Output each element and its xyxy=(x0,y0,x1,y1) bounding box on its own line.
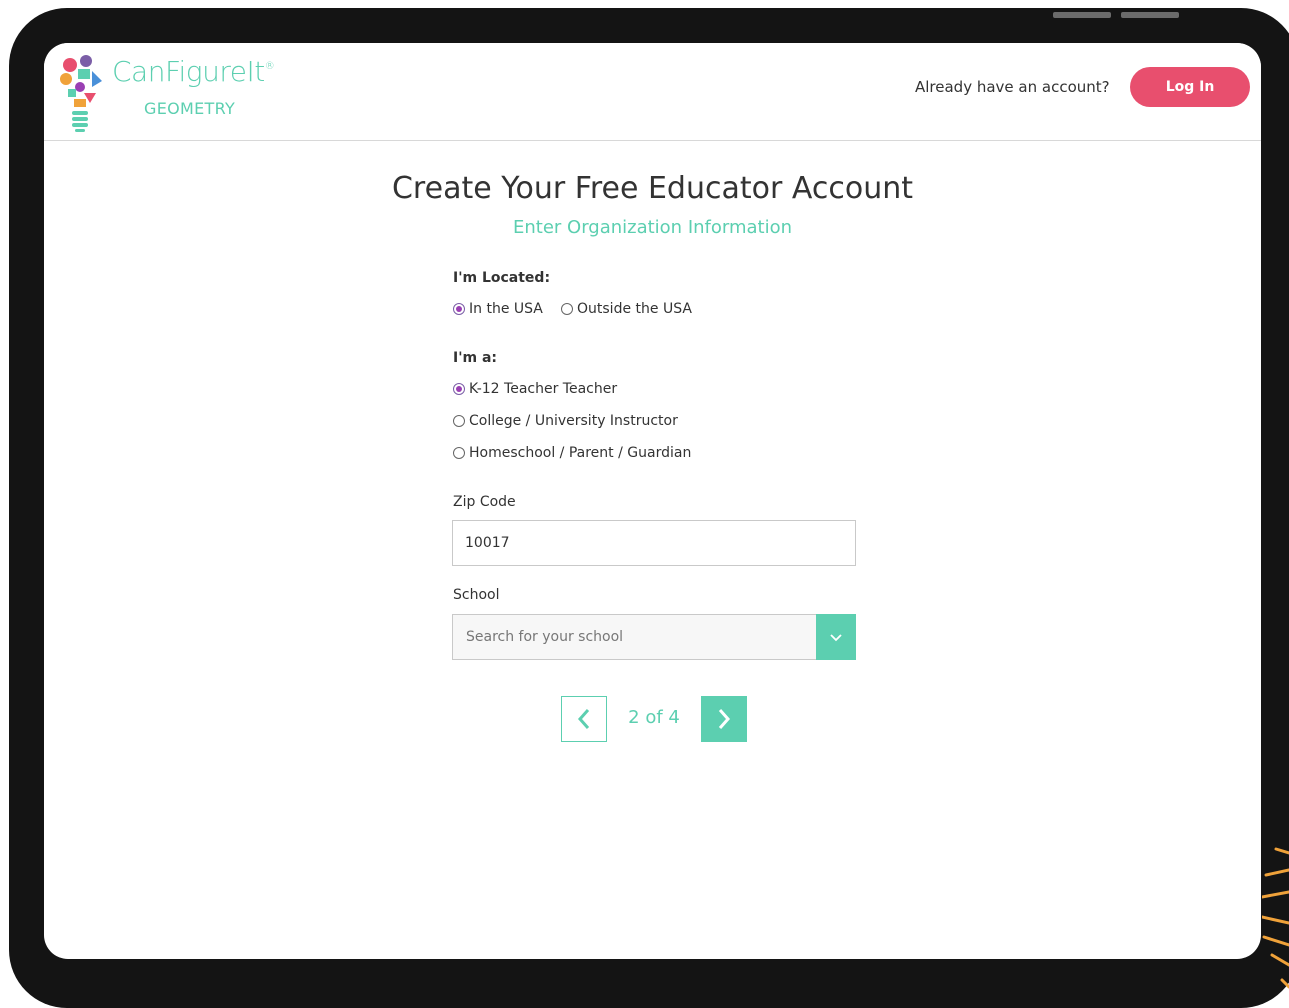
previous-step-button[interactable] xyxy=(561,696,607,742)
device-top-button xyxy=(1053,12,1111,18)
radio-homeschool[interactable]: Homeschool / Parent / Guardian xyxy=(453,445,691,461)
radio-label: K-12 Teacher Teacher xyxy=(469,381,618,397)
brand-name-text: CanFigureIt xyxy=(112,55,265,88)
chevron-left-icon xyxy=(577,709,590,729)
radio-k12-teacher[interactable]: K-12 Teacher Teacher xyxy=(453,381,617,397)
product-name: GEOMETRY xyxy=(144,99,236,118)
already-have-account-text: Already have an account? xyxy=(915,78,1110,96)
trademark-symbol: ® xyxy=(264,61,275,72)
radio-button[interactable] xyxy=(561,303,573,315)
app-screen: CanFigureIt® GEOMETRY Already have an ac… xyxy=(44,43,1261,959)
role-label: I'm a: xyxy=(453,350,498,366)
radio-button[interactable] xyxy=(453,415,465,427)
school-search-placeholder: Search for your school xyxy=(466,629,624,645)
page-subtitle: Enter Organization Information xyxy=(512,217,793,238)
radio-label: Homeschool / Parent / Guardian xyxy=(469,445,692,461)
radio-college-instructor[interactable]: College / University Instructor xyxy=(453,413,678,429)
chevron-down-icon xyxy=(830,634,842,642)
radio-label: College / University Instructor xyxy=(469,413,678,429)
radio-label: In the USA xyxy=(469,301,543,317)
brand-name: CanFigureIt® xyxy=(112,55,275,88)
page-title: Create Your Free Educator Account xyxy=(391,171,913,206)
radio-button[interactable] xyxy=(453,383,465,395)
location-label: I'm Located: xyxy=(453,270,551,286)
zip-code-label: Zip Code xyxy=(453,494,516,510)
radio-label: Outside the USA xyxy=(577,301,692,317)
school-label: School xyxy=(453,587,500,603)
school-search-select[interactable]: Search for your school xyxy=(452,614,856,660)
step-indicator: 2 of 4 xyxy=(628,707,680,728)
radio-button[interactable] xyxy=(453,303,465,315)
device-top-button xyxy=(1121,12,1179,18)
next-step-button[interactable] xyxy=(701,696,747,742)
login-button[interactable]: Log In xyxy=(1130,67,1250,107)
radio-outside-usa[interactable]: Outside the USA xyxy=(561,301,692,317)
top-header: CanFigureIt® GEOMETRY Already have an ac… xyxy=(44,43,1261,141)
school-dropdown-toggle[interactable] xyxy=(816,614,856,660)
radio-button[interactable] xyxy=(453,447,465,459)
chevron-right-icon xyxy=(718,709,731,729)
lightbulb-logo-icon xyxy=(60,55,102,132)
decorative-lines xyxy=(1262,847,1289,989)
zip-code-input[interactable] xyxy=(452,520,856,566)
radio-in-usa[interactable]: In the USA xyxy=(453,301,543,317)
